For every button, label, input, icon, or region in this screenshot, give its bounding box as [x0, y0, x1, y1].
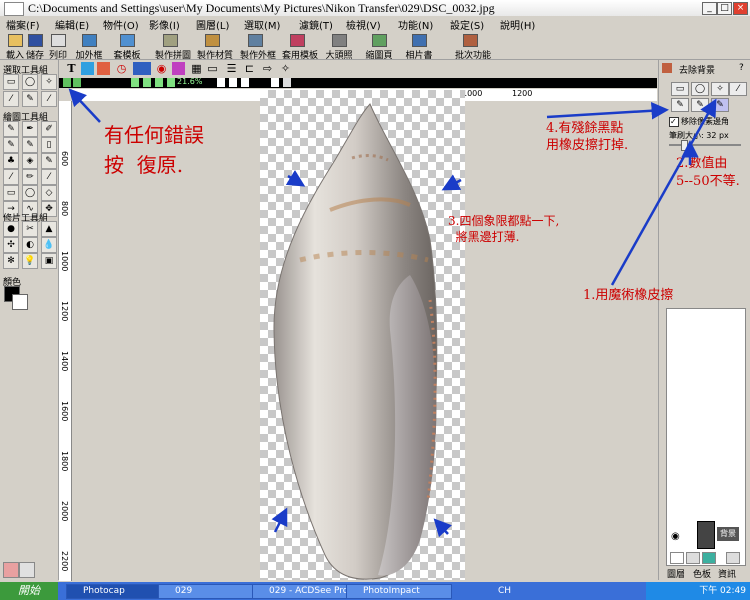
- arrow-to-eraser: [546, 102, 669, 120]
- task-photocap[interactable]: Photocap: [66, 584, 172, 599]
- arrow-quadrant-tr: [441, 174, 462, 191]
- arrow-quadrant-br: [433, 518, 452, 538]
- arrow-to-undo: [68, 88, 101, 123]
- arrow-quadrant-bl: [271, 507, 288, 533]
- language-indicator[interactable]: CH: [498, 586, 511, 596]
- system-tray: 下午 02:49: [646, 582, 750, 600]
- task-acdsee[interactable]: 029 - ACDSee Pro 2.5: [252, 584, 358, 599]
- task-folder-029[interactable]: 029: [158, 584, 264, 599]
- arrow-quadrant-tl: [285, 169, 306, 187]
- arrow-to-magic-eraser: [610, 98, 717, 286]
- start-button[interactable]: 開始: [0, 582, 58, 600]
- clock: 下午 02:49: [699, 586, 746, 596]
- task-photoimpact[interactable]: PhotoImpact: [346, 584, 452, 599]
- annotation-arrows: [68, 88, 717, 538]
